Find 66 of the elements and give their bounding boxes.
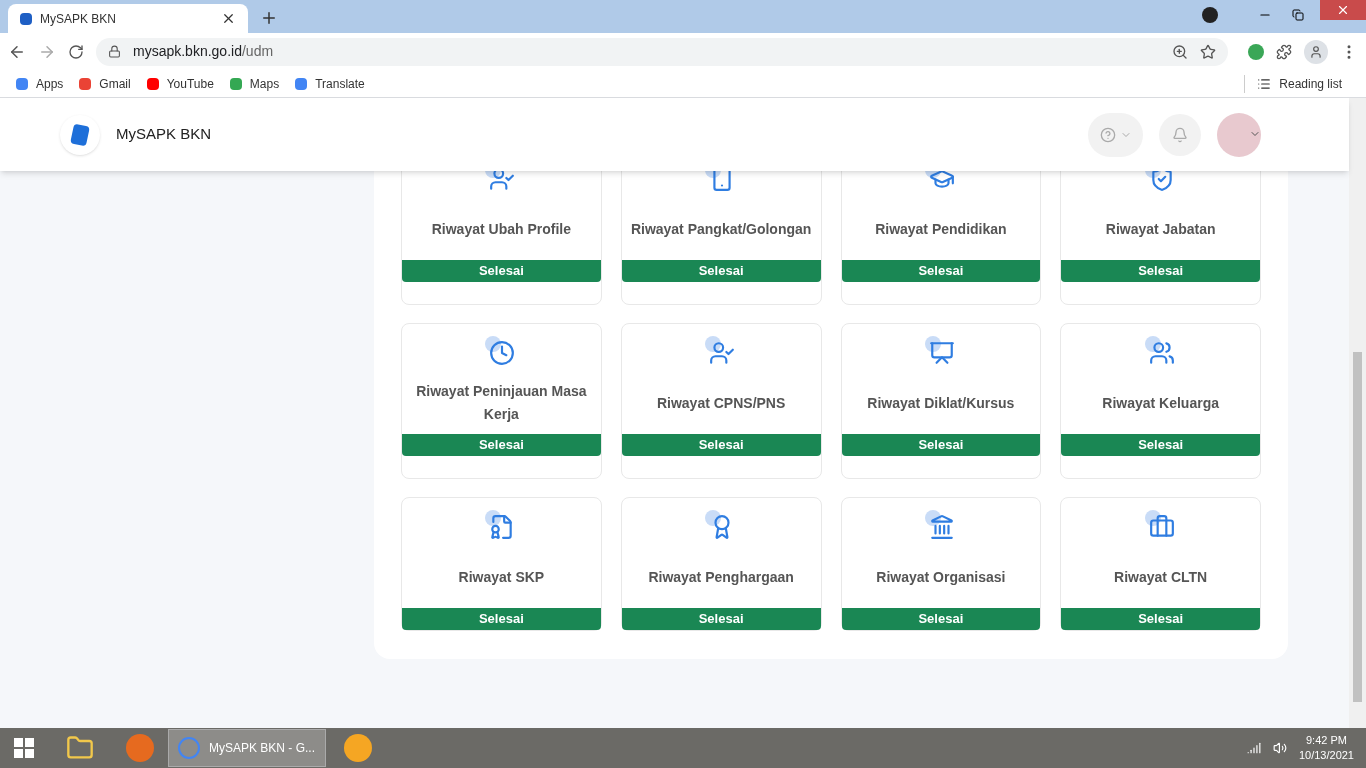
network-icon[interactable]: [1246, 741, 1261, 755]
status-badge: Selesai: [402, 608, 601, 630]
history-card[interactable]: Riwayat Diklat/Kursus Selesai: [840, 323, 1042, 479]
profile-button[interactable]: [1304, 39, 1328, 64]
browser-tab[interactable]: MySAPK BKN: [8, 4, 248, 33]
history-card[interactable]: Riwayat Jabatan Selesai: [1060, 171, 1261, 305]
card-title: Riwayat Keluarga: [1102, 393, 1219, 413]
scrollbar[interactable]: [1349, 98, 1366, 728]
card-title: Riwayat Pendidikan: [875, 219, 1007, 239]
card-title: Riwayat CPNS/PNS: [656, 393, 786, 413]
zoom-icon[interactable]: [1172, 43, 1188, 60]
history-card[interactable]: Riwayat Pendidikan Selesai: [840, 171, 1042, 305]
bookmark[interactable]: Maps: [229, 74, 280, 93]
card-title: Riwayat Penghargaan: [648, 567, 794, 587]
status-badge: Selesai: [841, 608, 1041, 630]
bell-icon: [1172, 126, 1188, 143]
logo-icon: [20, 12, 32, 25]
card-title: Riwayat Peninjauan Masa Kerja: [415, 382, 588, 424]
reload-icon[interactable]: [68, 43, 84, 60]
restore-icon[interactable]: [1292, 9, 1304, 21]
card-title: Riwayat Pangkat/Golongan: [630, 219, 812, 239]
card-title: Riwayat Organisasi: [876, 567, 1006, 587]
status-badge: Selesai: [841, 434, 1041, 456]
history-card[interactable]: Riwayat Organisasi Selesai: [840, 497, 1042, 631]
card-title: Riwayat Diklat/Kursus: [867, 393, 1015, 413]
status-badge: Selesai: [1061, 608, 1260, 630]
card-title: Riwayat SKP: [458, 567, 545, 587]
status-badge: Selesai: [1061, 434, 1260, 456]
status-badge: Selesai: [621, 260, 821, 282]
card-title: Riwayat CLTN: [1114, 567, 1208, 587]
card-title: Riwayat Ubah Profile: [431, 219, 571, 239]
bookmark-star-icon[interactable]: [1200, 43, 1216, 60]
bookmark[interactable]: Gmail: [79, 74, 131, 93]
volume-icon[interactable]: [1272, 741, 1287, 755]
list-icon: [1257, 76, 1272, 91]
person-icon: [1309, 44, 1323, 59]
history-card[interactable]: Riwayat CPNS/PNS Selesai: [620, 323, 822, 479]
history-card[interactable]: Riwayat Keluarga Selesai: [1060, 323, 1261, 479]
bookmark[interactable]: Translate: [295, 74, 365, 93]
history-card[interactable]: Riwayat Ubah Profile Selesai: [401, 171, 602, 305]
status-badge: Selesai: [621, 434, 821, 456]
bookmark[interactable]: YouTube: [146, 74, 214, 93]
status-badge: Selesai: [402, 434, 601, 456]
help-icon: [1099, 126, 1116, 143]
history-card[interactable]: Riwayat CLTN Selesai: [1060, 497, 1261, 631]
reading-list[interactable]: Reading list: [1244, 74, 1350, 93]
clock[interactable]: 9:42 PM 10/13/2021: [1298, 733, 1354, 763]
folder-icon[interactable]: [66, 734, 94, 762]
address-bar[interactable]: mysapk.bkn.go.id/udm: [96, 37, 1228, 66]
history-card[interactable]: Riwayat Peninjauan Masa Kerja Selesai: [401, 323, 602, 479]
extensions-icon[interactable]: [1276, 43, 1292, 60]
close-icon: [1336, 3, 1350, 17]
history-card[interactable]: Riwayat Penghargaan Selesai: [620, 497, 822, 631]
status-badge: Selesai: [841, 260, 1041, 282]
new-tab-icon[interactable]: [260, 9, 278, 27]
lock-icon: [108, 45, 121, 58]
bookmark[interactable]: Apps: [16, 74, 64, 93]
card-title: Riwayat Jabatan: [1105, 219, 1216, 239]
history-card[interactable]: Riwayat Pangkat/Golongan Selesai: [620, 171, 822, 305]
status-badge: Selesai: [621, 608, 821, 630]
history-card[interactable]: Riwayat SKP Selesai: [401, 497, 602, 631]
status-badge: Selesai: [402, 260, 601, 282]
close-icon[interactable]: [221, 11, 236, 26]
status-badge: Selesai: [1061, 260, 1260, 282]
app-logo[interactable]: [60, 114, 100, 155]
app-title: MySAPK BKN: [116, 124, 212, 145]
